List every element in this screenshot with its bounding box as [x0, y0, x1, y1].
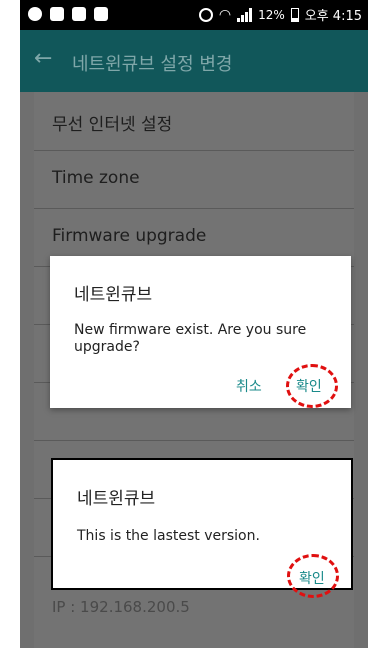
clock: 오후 4:15	[304, 9, 362, 24]
dialog-message: New firmware exist. Are you sure upgrade…	[74, 322, 307, 355]
highlight-circle	[286, 364, 338, 408]
page-title: 네트윈큐브 설정 변경	[72, 54, 233, 75]
signal-icon	[237, 7, 253, 22]
alarm-icon	[198, 7, 213, 22]
image-icon	[94, 7, 108, 21]
arrow-left-icon[interactable]: ←	[34, 46, 52, 71]
app-notification-icon	[28, 7, 42, 21]
battery-percent: 12%	[258, 7, 285, 22]
system-status: ◠ 12% 오후 4:15	[198, 5, 362, 24]
settings-item-label: Firmware upgrade	[52, 226, 207, 246]
cancel-button[interactable]: 취소	[236, 376, 262, 396]
message-icon	[50, 7, 64, 21]
settings-item-timezone[interactable]: Time zone	[34, 150, 354, 209]
highlight-circle	[287, 554, 339, 598]
settings-item-wifi[interactable]: 무선 인터넷 설정	[34, 92, 354, 151]
settings-item-label: 무선 인터넷 설정	[52, 115, 173, 135]
battery-icon	[290, 7, 299, 22]
notification-icons	[28, 7, 108, 21]
ip-address: IP : 192.168.200.5	[52, 598, 190, 616]
app-bar: ← 네트윈큐브 설정 변경	[20, 30, 368, 92]
wifi-icon: ◠	[218, 6, 232, 23]
dialog-title: 네트윈큐브	[74, 285, 153, 305]
dialog-message: This is the lastest version.	[77, 528, 260, 544]
dialog-title: 네트윈큐브	[77, 489, 156, 509]
settings-item-label: Time zone	[52, 168, 140, 188]
status-bar: ◠ 12% 오후 4:15	[20, 0, 368, 30]
app-icon	[72, 7, 86, 21]
